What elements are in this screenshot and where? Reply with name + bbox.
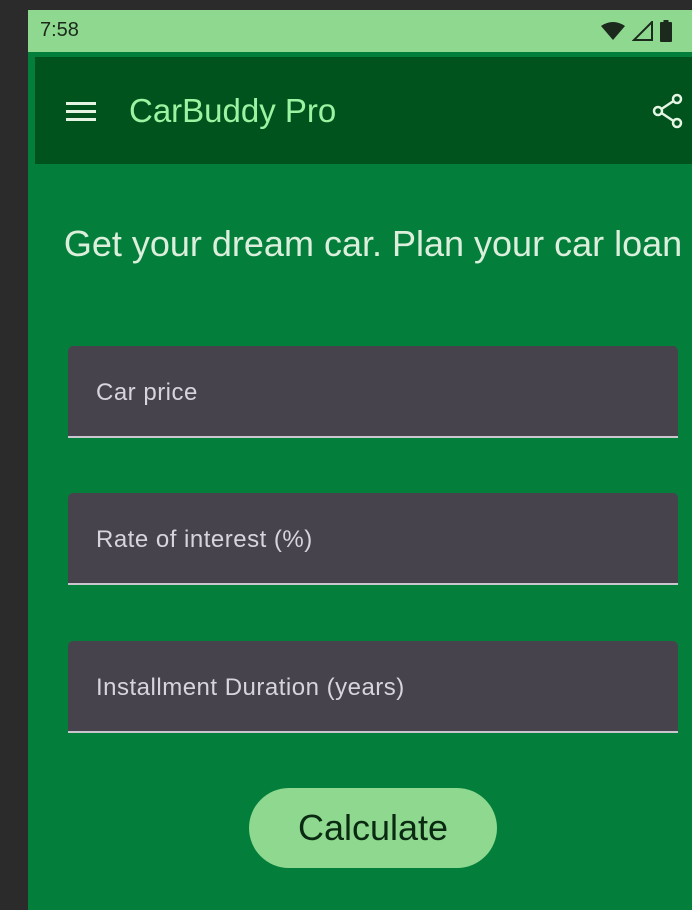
wifi-icon <box>600 21 626 46</box>
status-time: 7:58 <box>40 19 79 41</box>
status-icons <box>600 19 672 47</box>
headline: Get your dream car. Plan your car loan <box>63 223 683 264</box>
rate-of-interest-field[interactable]: Rate of interest (%) <box>68 493 678 585</box>
cellular-signal-icon <box>631 19 654 46</box>
app-title: CarBuddy Pro <box>129 92 337 129</box>
rate-of-interest-label: Rate of interest (%) <box>96 526 313 553</box>
share-button[interactable] <box>648 91 688 131</box>
installment-duration-label: Installment Duration (years) <box>96 674 405 701</box>
calculate-button[interactable]: Calculate <box>249 788 497 868</box>
battery-icon <box>660 20 672 47</box>
hamburger-menu-icon <box>63 102 99 133</box>
status-bar: 7:58 <box>28 10 692 52</box>
app-bar: CarBuddy Pro <box>35 57 692 164</box>
menu-button[interactable] <box>63 93 99 129</box>
installment-duration-field[interactable]: Installment Duration (years) <box>68 641 678 733</box>
car-price-field[interactable]: Car price <box>68 346 678 438</box>
car-price-label: Car price <box>96 379 198 406</box>
phone-screen: 7:58 CarBuddy Pro Get your dream car. Pl… <box>28 10 692 910</box>
share-icon <box>648 93 688 135</box>
